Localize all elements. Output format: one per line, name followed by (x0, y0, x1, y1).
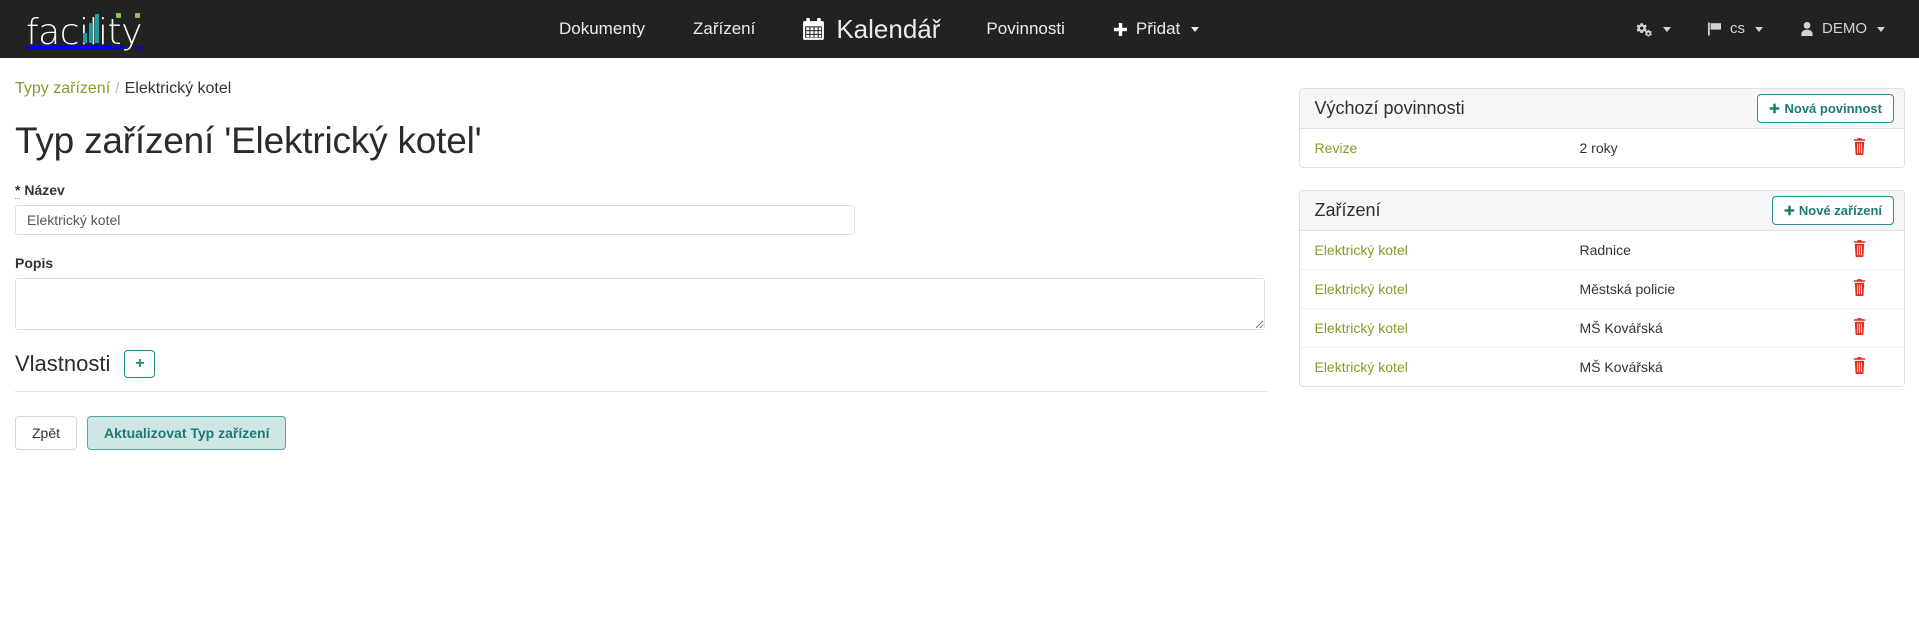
nav-zarizeni[interactable]: Zařízení (669, 0, 779, 58)
devices-table: Elektrický kotel Radnice Elektrický kote… (1300, 231, 1904, 386)
nav-povinnosti[interactable]: Povinnosti (962, 0, 1088, 58)
new-device-button[interactable]: Nové zařízení (1771, 196, 1894, 225)
calendar-icon (801, 17, 826, 42)
duty-link[interactable]: Revize (1314, 140, 1357, 156)
nav-kalendar-label: Kalendář (836, 13, 941, 44)
form-actions: Zpět Aktualizovat Typ zařízení (15, 416, 1299, 451)
plus-icon (1784, 205, 1795, 216)
duty-name-cell: Revize (1300, 129, 1565, 167)
main-navigation: Dokumenty Zařízení Kalendář Povinnosti P… (535, 0, 1223, 58)
flag-icon (1707, 21, 1723, 37)
main-column: Typy zařízení / Elektrický kotel Typ zaříz… (14, 58, 1299, 451)
side-column: Výchozí povinnosti Nová povinnost Revize… (1299, 58, 1905, 450)
navbar: facility Dokumenty Zařízení Kalendář Pov… (0, 0, 1919, 58)
navbar-right-menu: cs DEMO (1618, 0, 1903, 58)
device-location-cell: MŠ Kovářská (1579, 320, 1663, 336)
plus-icon (1769, 103, 1780, 114)
description-field-label: Popis (15, 255, 54, 271)
user-menu[interactable]: DEMO (1781, 0, 1903, 58)
breadcrumb-current: Elektrický kotel (124, 80, 232, 97)
breadcrumb-separator: / (115, 80, 120, 97)
duty-actions-cell (1814, 129, 1904, 167)
device-name-cell: Elektrický kotel (1300, 270, 1565, 309)
device-link[interactable]: Elektrický kotel (1314, 281, 1407, 297)
logo-dots-icon (116, 13, 140, 18)
device-actions-cell (1814, 231, 1904, 270)
trash-icon[interactable] (1852, 138, 1867, 157)
devices-panel-title: Zařízení (1314, 200, 1381, 220)
properties-section-header: Vlastnosti + (15, 350, 1299, 378)
device-actions-cell (1814, 270, 1904, 309)
add-property-button[interactable]: + (124, 350, 156, 378)
breadcrumb: Typy zařízení / Elektrický kotel (15, 58, 1299, 98)
name-field-label: * Název (15, 182, 1299, 199)
table-row: Revize 2 roky (1300, 129, 1904, 167)
table-row: Elektrický kotel Radnice (1300, 231, 1904, 270)
new-duty-button[interactable]: Nová povinnost (1757, 94, 1894, 123)
properties-divider (15, 391, 1267, 392)
brand-name: facility (26, 12, 142, 53)
default-duties-panel-header: Výchozí povinnosti Nová povinnost (1300, 89, 1904, 129)
devices-panel-header: Zařízení Nové zařízení (1300, 191, 1904, 231)
language-menu[interactable]: cs (1689, 0, 1781, 58)
device-link[interactable]: Elektrický kotel (1314, 320, 1407, 336)
settings-menu[interactable] (1618, 21, 1689, 38)
default-duties-panel: Výchozí povinnosti Nová povinnost Revize… (1299, 88, 1905, 168)
page-title: Typ zařízení 'Elektrický kotel' (15, 120, 482, 161)
gears-icon (1636, 21, 1653, 38)
language-label: cs (1730, 20, 1745, 37)
table-row: Elektrický kotel MŠ Kovářská (1300, 309, 1904, 348)
user-label: DEMO (1822, 20, 1867, 37)
trash-icon[interactable] (1852, 318, 1867, 337)
chevron-down-icon (1663, 26, 1671, 32)
trash-icon[interactable] (1852, 357, 1867, 376)
description-textarea[interactable] (15, 278, 1265, 330)
device-location-cell: MŠ Kovářská (1579, 359, 1663, 375)
device-link[interactable]: Elektrický kotel (1314, 242, 1407, 258)
device-link[interactable]: Elektrický kotel (1314, 359, 1407, 375)
duty-interval-cell: 2 roky (1579, 140, 1618, 156)
name-input[interactable] (15, 205, 855, 235)
chevron-down-icon (1191, 26, 1200, 32)
name-label-text: Název (24, 182, 65, 198)
device-location-cell: Radnice (1579, 242, 1631, 258)
device-location-cell: Městská policie (1579, 281, 1676, 297)
device-name-cell: Elektrický kotel (1300, 309, 1565, 348)
table-row: Elektrický kotel Městská policie (1300, 270, 1904, 309)
device-actions-cell (1814, 309, 1904, 348)
page-container: Typy zařízení / Elektrický kotel Typ zaříz… (0, 58, 1919, 451)
brand-logo[interactable]: facility (26, 7, 142, 51)
device-actions-cell (1814, 348, 1904, 387)
devices-panel: Zařízení Nové zařízení Elektrický kotel … (1299, 190, 1905, 387)
table-row: Elektrický kotel MŠ Kovářská (1300, 348, 1904, 387)
device-name-cell: Elektrický kotel (1300, 348, 1565, 387)
new-duty-button-label: Nová povinnost (1784, 101, 1882, 116)
chevron-down-icon (1755, 26, 1763, 32)
plus-icon (1113, 22, 1128, 37)
submit-button[interactable]: Aktualizovat Typ zařízení (87, 416, 287, 451)
breadcrumb-parent-link[interactable]: Typy zařízení (15, 80, 110, 97)
device-type-form: * Název Popis Vlastnosti + Zpět Aktualiz… (15, 182, 1299, 451)
trash-icon[interactable] (1852, 240, 1867, 259)
back-button[interactable]: Zpět (15, 416, 78, 451)
device-name-cell: Elektrický kotel (1300, 231, 1565, 270)
new-device-button-label: Nové zařízení (1798, 203, 1882, 218)
properties-title: Vlastnosti (15, 351, 111, 376)
default-duties-panel-title: Výchozí povinnosti (1314, 98, 1465, 118)
nav-kalendar[interactable]: Kalendář (779, 14, 962, 45)
trash-icon[interactable] (1852, 279, 1867, 298)
required-marker: * (15, 182, 21, 199)
default-duties-table: Revize 2 roky (1300, 129, 1904, 167)
user-icon (1799, 21, 1815, 37)
chevron-down-icon (1877, 26, 1885, 32)
nav-pridat[interactable]: Přidat (1089, 0, 1223, 58)
nav-dokumenty[interactable]: Dokumenty (535, 0, 669, 58)
nav-pridat-label: Přidat (1135, 19, 1181, 38)
